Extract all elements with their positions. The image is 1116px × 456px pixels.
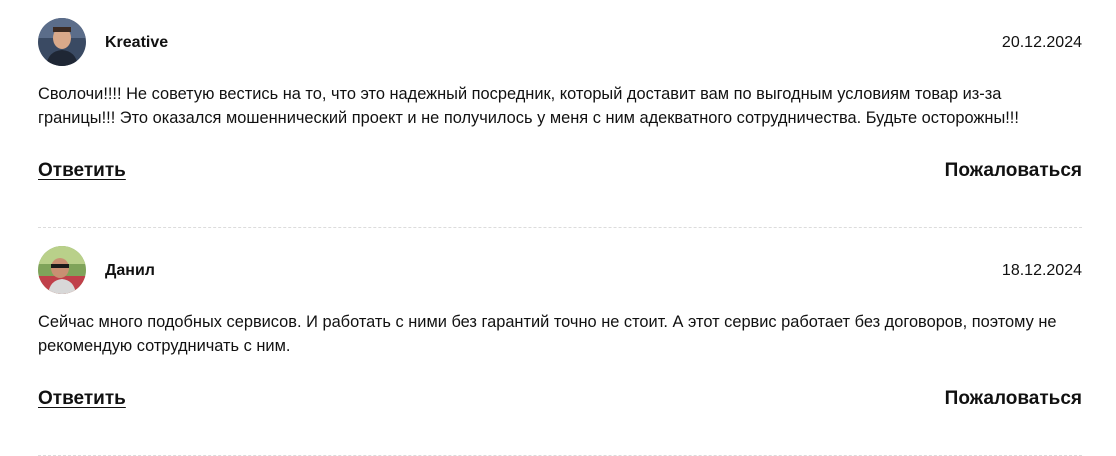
avatar[interactable] — [38, 246, 86, 294]
reply-link[interactable]: Ответить — [38, 160, 126, 182]
complain-link[interactable]: Пожаловаться — [945, 160, 1082, 182]
review-author: Данил — [105, 262, 155, 279]
avatar[interactable] — [38, 18, 86, 66]
review-text: Сейчас много подобных сервисов. И работа… — [38, 313, 1057, 355]
complain-link[interactable]: Пожаловаться — [945, 388, 1082, 410]
review-date: 18.12.2024 — [1001, 262, 1082, 279]
review-item: Данил 18.12.2024 Сейчас много подобных с… — [38, 228, 1082, 456]
reviews-list: Kreative 20.12.2024 Сволочи!!!! Не совет… — [38, 0, 1082, 456]
reply-link[interactable]: Ответить — [38, 388, 126, 410]
review-item: Kreative 20.12.2024 Сволочи!!!! Не совет… — [38, 0, 1082, 228]
review-date: 20.12.2024 — [1001, 34, 1082, 51]
review-author: Kreative — [105, 34, 169, 51]
user-avatar-photo-icon — [38, 246, 86, 294]
user-avatar-photo-icon — [38, 18, 86, 66]
review-text: Сволочи!!!! Не советую вестись на то, чт… — [38, 85, 1019, 127]
